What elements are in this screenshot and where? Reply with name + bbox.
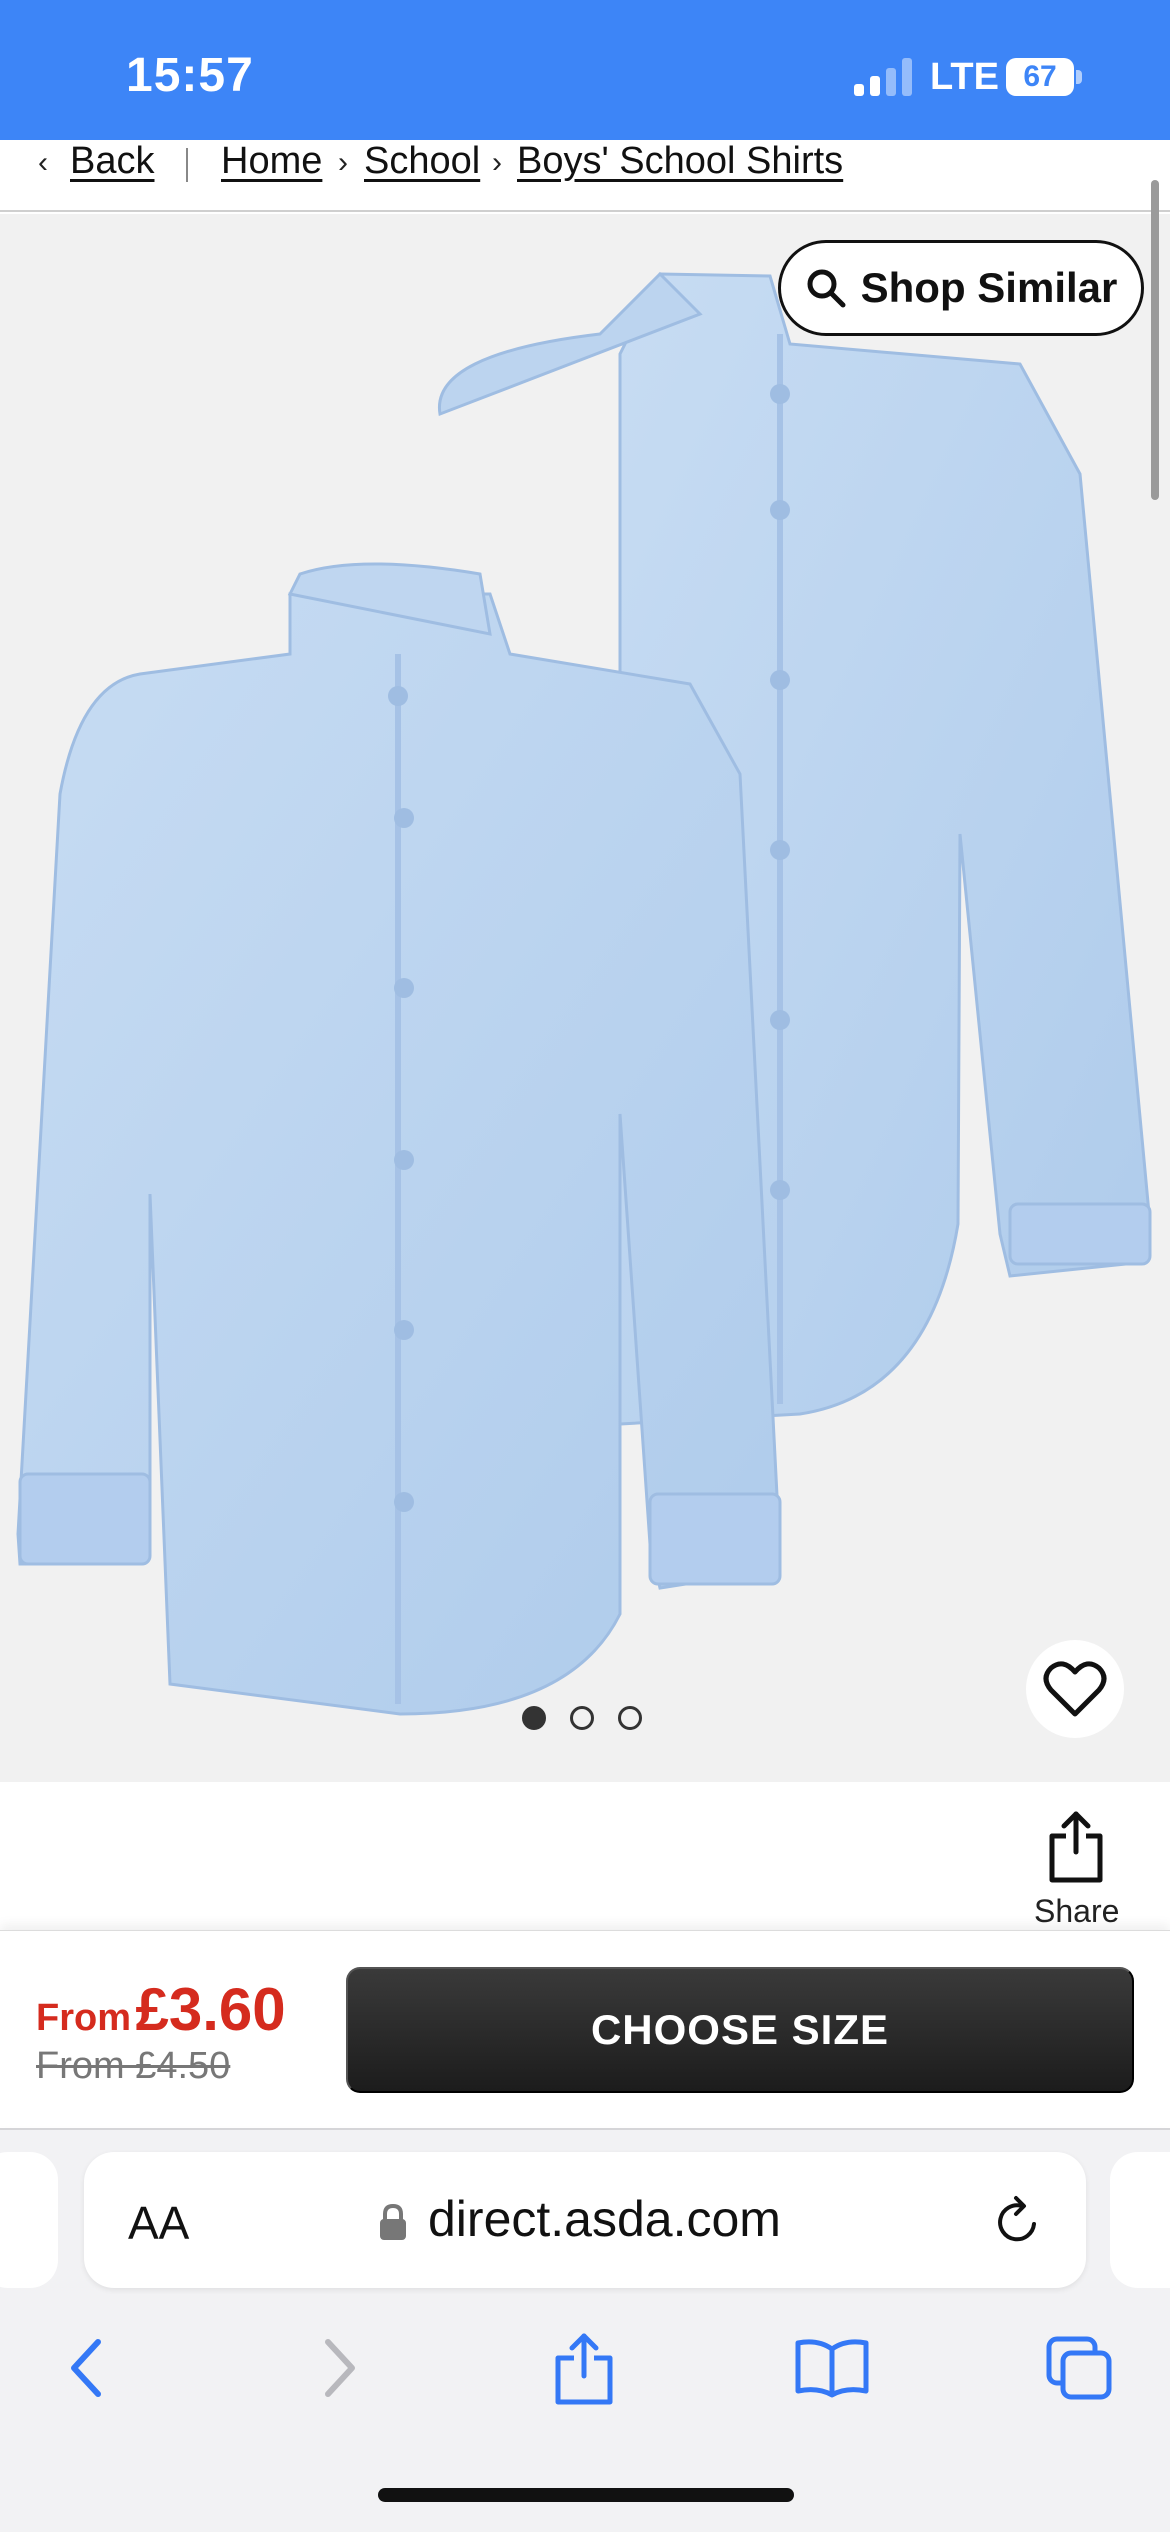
book-icon: [795, 2339, 869, 2398]
carousel-dot[interactable]: [570, 1706, 594, 1730]
next-tab-preview[interactable]: [1110, 2152, 1170, 2288]
share-icon: [1049, 1811, 1103, 1883]
battery-level: 67: [1006, 58, 1074, 96]
network-type: LTE: [930, 56, 999, 98]
browser-toolbar: [0, 2318, 1170, 2428]
breadcrumb-school-link[interactable]: School: [364, 140, 480, 200]
back-chevron-icon: ‹: [38, 146, 48, 179]
share-label: Share: [1034, 1893, 1120, 1929]
choose-size-button[interactable]: CHOOSE SIZE: [346, 1967, 1134, 2093]
shop-similar-button[interactable]: Shop Similar: [778, 240, 1144, 336]
share-icon: [555, 2333, 613, 2405]
text-size-button[interactable]: AA: [128, 2196, 189, 2250]
shirt-front: [16, 562, 782, 1716]
browser-bottom-bar: AA direct.asda.com: [0, 2128, 1170, 2532]
lock-icon: [380, 2204, 406, 2240]
bookmarks-button[interactable]: [782, 2318, 882, 2418]
chevron-right-icon: ›: [492, 146, 502, 179]
share-page-button[interactable]: [534, 2318, 634, 2418]
shop-similar-label: Shop Similar: [860, 264, 1118, 311]
breadcrumb-back-link[interactable]: Back: [70, 140, 154, 200]
address-bar[interactable]: AA direct.asda.com: [84, 2152, 1086, 2288]
price-prefix: From: [36, 1997, 131, 2039]
tabs-button[interactable]: [1030, 2318, 1130, 2418]
tabs-icon: [1046, 2336, 1112, 2400]
breadcrumb: ‹ Back Home › School › Boys' School Shir…: [0, 140, 1170, 212]
chevron-left-icon: [71, 2339, 101, 2397]
carousel-dots: [522, 1706, 642, 1730]
price-bar: From £3.60 From £4.50 CHOOSE SIZE: [0, 1930, 1170, 2126]
carousel-dot[interactable]: [522, 1706, 546, 1730]
previous-tab-preview[interactable]: [0, 2152, 58, 2288]
breadcrumb-boys-school-shirts-link[interactable]: Boys' School Shirts: [517, 140, 843, 200]
url-text[interactable]: direct.asda.com: [428, 2190, 781, 2248]
product-photo-shirts: [16, 271, 1152, 1716]
heart-icon: [1043, 1661, 1107, 1717]
battery-icon: 67: [1006, 58, 1082, 96]
product-image-carousel[interactable]: [0, 214, 1170, 1782]
signal-strength-icon: [854, 58, 914, 96]
current-price: From £3.60: [36, 1975, 286, 2044]
breadcrumb-divider: [186, 148, 188, 182]
home-indicator[interactable]: [378, 2488, 794, 2502]
status-time: 15:57: [126, 49, 254, 102]
forward-button[interactable]: [290, 2318, 390, 2418]
search-icon: [807, 269, 846, 308]
share-button[interactable]: Share: [1034, 1808, 1120, 1930]
carousel-dot[interactable]: [618, 1706, 642, 1730]
was-price: From £4.50: [36, 2045, 231, 2087]
price-amount: £3.60: [135, 1976, 286, 2043]
breadcrumb-home-link[interactable]: Home: [221, 140, 322, 200]
status-bar: 15:57 LTE 67: [0, 0, 1170, 140]
chevron-right-icon: [325, 2339, 355, 2397]
reload-icon[interactable]: [992, 2192, 1044, 2248]
back-button[interactable]: [36, 2318, 136, 2418]
scrollbar[interactable]: [1151, 180, 1159, 500]
favourite-button[interactable]: [1026, 1640, 1124, 1738]
chevron-right-icon: ›: [338, 146, 348, 179]
